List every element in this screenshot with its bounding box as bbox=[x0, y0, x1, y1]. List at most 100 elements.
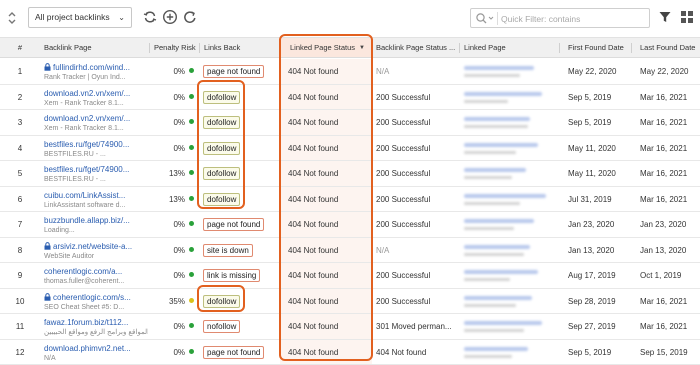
penalty-risk-cell: 0% bbox=[150, 263, 200, 288]
linked-page-cell[interactable] bbox=[460, 340, 560, 365]
links-back-cell: page not found bbox=[200, 340, 280, 365]
col-header-linked-page[interactable]: Linked Page bbox=[460, 38, 560, 57]
links-back-cell: page not found bbox=[200, 212, 280, 237]
linked-page-cell[interactable] bbox=[460, 110, 560, 135]
refresh-icon[interactable] bbox=[142, 9, 158, 25]
backlink-url-link[interactable]: fawaz.1forum.biz/t112... bbox=[44, 318, 148, 328]
linked-page-cell[interactable] bbox=[460, 238, 560, 263]
penalty-risk-cell: 0% bbox=[150, 238, 200, 263]
row-number: 12 bbox=[15, 347, 25, 357]
penalty-risk-value: 0% bbox=[173, 118, 185, 127]
sort-toggle-icon[interactable] bbox=[6, 9, 18, 27]
search-icon[interactable] bbox=[475, 12, 495, 25]
col-header-backlink-page[interactable]: Backlink Page bbox=[40, 38, 150, 57]
backlink-view-select[interactable]: All project backlinks ⌄ bbox=[28, 7, 132, 28]
linked-page-title-blurred bbox=[464, 99, 508, 103]
linked-page-title-blurred bbox=[464, 252, 524, 256]
backlink-page-title: SEO Cheat Sheet #5: D... bbox=[44, 303, 125, 311]
linked-page-title-blurred bbox=[464, 278, 510, 281]
filter-icon[interactable] bbox=[658, 10, 672, 24]
columns-icon[interactable] bbox=[680, 10, 694, 24]
penalty-risk-value: 0% bbox=[173, 322, 185, 331]
quick-filter-input[interactable] bbox=[501, 11, 641, 26]
backlink-url-link[interactable]: arsiviz.net/website-a... bbox=[44, 242, 148, 252]
linked-page-url-blurred bbox=[464, 66, 534, 70]
backlink-url-link[interactable]: cuibu.com/LinkAssist... bbox=[44, 191, 148, 201]
backlink-page-title: WebSite Auditor bbox=[44, 252, 95, 260]
risk-indicator-dot bbox=[189, 221, 194, 226]
backlink-url-link[interactable]: download.vn2.vn/xem/... bbox=[44, 89, 148, 99]
links-back-tag: page not found bbox=[203, 345, 265, 359]
linked-page-cell[interactable] bbox=[460, 59, 560, 84]
col-header-num[interactable]: # bbox=[0, 38, 40, 57]
backlink-url-link[interactable]: download.phimvn2.net... bbox=[44, 344, 148, 354]
backlink-url-text: coherentlogic.com/a... bbox=[44, 267, 123, 276]
first-found-date: Sep 28, 2019 bbox=[568, 296, 616, 306]
linked-page-url-blurred bbox=[464, 117, 530, 121]
linked-page-cell[interactable] bbox=[460, 263, 560, 288]
linked-page-cell[interactable] bbox=[460, 85, 560, 110]
backlink-page-status-cell: 200 Successful bbox=[376, 118, 431, 127]
row-number: 11 bbox=[15, 322, 25, 331]
penalty-risk-value: 0% bbox=[173, 67, 185, 76]
backlink-url-link[interactable]: coherentlogic.com/s... bbox=[44, 293, 148, 303]
links-back-tag: page not found bbox=[203, 218, 265, 231]
row-number: 6 bbox=[17, 194, 23, 204]
col-header-first-found[interactable]: First Found Date bbox=[560, 38, 632, 57]
last-found-date: Mar 16, 2021 bbox=[640, 296, 688, 306]
backlink-url-link[interactable]: bestfiles.ru/fget/74900... bbox=[44, 165, 148, 175]
backlink-url-text: download.phimvn2.net... bbox=[44, 343, 131, 353]
last-found-date: Mar 16, 2021 bbox=[640, 118, 688, 127]
backlink-page-status-cell: N/A bbox=[376, 67, 390, 76]
backlink-page-status-cell: N/A bbox=[376, 245, 390, 255]
backlink-url-link[interactable]: coherentlogic.com/a... bbox=[44, 267, 148, 277]
linked-page-cell[interactable] bbox=[460, 136, 560, 161]
row-number: 7 bbox=[17, 220, 23, 229]
linked-page-cell[interactable] bbox=[460, 314, 560, 339]
backlink-page-cell: cuibu.com/LinkAssist... LinkAssistant sof… bbox=[40, 187, 148, 212]
backlink-page-cell: fullindirhd.com/wind... Rank Tracker | Oy… bbox=[40, 59, 148, 84]
last-found-date: Mar 16, 2021 bbox=[640, 169, 688, 178]
linked-page-url-blurred bbox=[464, 91, 542, 96]
backlink-url-text: coherentlogic.com/s... bbox=[53, 292, 131, 302]
backlink-url-text: fullindirhd.com/wind... bbox=[53, 63, 130, 72]
col-header-links-back[interactable]: Links Back bbox=[200, 38, 280, 57]
backlink-url-link[interactable]: download.vn2.vn/xem/... bbox=[44, 114, 148, 124]
penalty-risk-value: 13% bbox=[168, 169, 185, 178]
risk-indicator-dot bbox=[189, 323, 194, 328]
col-header-penalty-risk[interactable]: Penalty Risk bbox=[150, 38, 200, 57]
linked-page-cell[interactable] bbox=[460, 212, 560, 237]
backlink-url-link[interactable]: buzzbundle.allapp.biz/... bbox=[44, 216, 148, 226]
first-found-date: Sep 27, 2019 bbox=[568, 322, 616, 331]
risk-indicator-dot bbox=[189, 170, 194, 175]
last-found-date: Mar 16, 2021 bbox=[640, 194, 688, 204]
linked-page-cell[interactable] bbox=[460, 289, 560, 314]
backlink-page-status-cell: 404 Not found bbox=[376, 347, 427, 357]
col-header-backlink-page-status[interactable]: Backlink Page Status ... bbox=[372, 38, 460, 57]
penalty-risk-value: 13% bbox=[168, 194, 185, 204]
reload-icon[interactable] bbox=[182, 9, 198, 25]
linked-page-cell[interactable] bbox=[460, 187, 560, 212]
backlink-page-title: BESTFILES.RU - ... bbox=[44, 150, 106, 158]
backlink-page-status-cell: 200 Successful bbox=[376, 169, 431, 178]
first-found-date: Sep 5, 2019 bbox=[568, 92, 612, 102]
col-header-linked-page-label: Linked Page bbox=[464, 43, 506, 52]
col-header-last-found-label: Last Found Date bbox=[640, 43, 696, 52]
backlink-url-link[interactable]: fullindirhd.com/wind... bbox=[44, 63, 148, 73]
row-number: 3 bbox=[17, 118, 23, 127]
last-found-date: Mar 16, 2021 bbox=[640, 322, 688, 331]
penalty-risk-value: 0% bbox=[173, 143, 185, 153]
backlink-page-cell: coherentlogic.com/s... SEO Cheat Sheet #5… bbox=[40, 289, 148, 314]
penalty-risk-cell: 13% bbox=[150, 187, 200, 212]
row-number: 5 bbox=[17, 169, 23, 178]
row-number: 9 bbox=[17, 271, 23, 280]
backlink-page-title: BESTFILES.RU - ... bbox=[44, 176, 106, 183]
backlink-url-link[interactable]: bestfiles.ru/fget/74900... bbox=[44, 140, 148, 150]
col-header-last-found[interactable]: Last Found Date bbox=[632, 38, 700, 57]
linked-page-title-blurred bbox=[464, 227, 514, 230]
links-back-tag: nofollow bbox=[203, 320, 241, 333]
backlink-page-status-cell: 200 Successful bbox=[376, 296, 431, 306]
add-icon[interactable] bbox=[162, 9, 178, 25]
backlink-page-title: thomas.fuller@coherent... bbox=[44, 278, 125, 285]
linked-page-cell[interactable] bbox=[460, 161, 560, 186]
